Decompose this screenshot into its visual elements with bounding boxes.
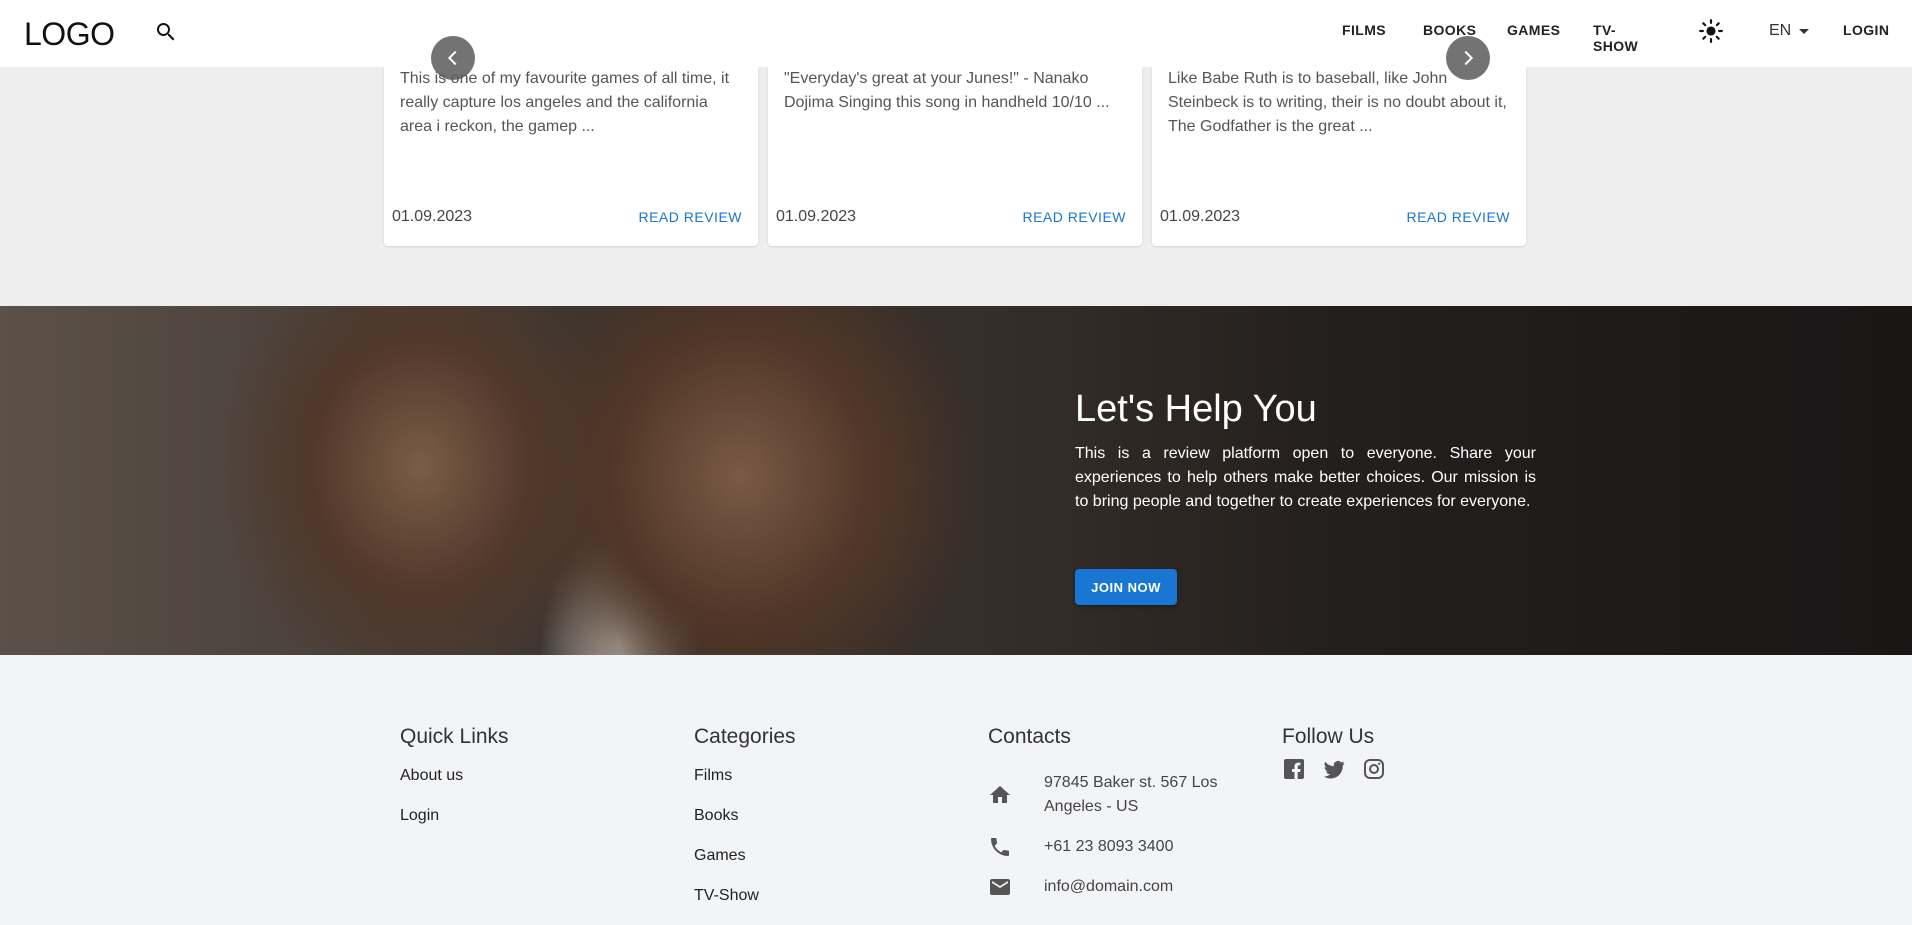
nav-games[interactable]: GAMES — [1507, 22, 1560, 38]
hero-description: This is a review platform open to everyo… — [1075, 445, 1536, 510]
read-review-link[interactable]: READ REVIEW — [1022, 209, 1126, 225]
language-label: EN — [1769, 22, 1792, 39]
login-button[interactable]: LOGIN — [1843, 22, 1889, 38]
footer-heading: Categories — [694, 725, 796, 748]
footer-link-login[interactable]: Login — [400, 805, 509, 845]
chevron-down-icon — [1799, 28, 1810, 34]
read-review-link[interactable]: READ REVIEW — [638, 209, 742, 225]
twitter-icon[interactable] — [1322, 757, 1348, 783]
hero-title: Let's Help You — [1075, 388, 1317, 430]
footer-categories: Categories Films Books Games TV-Show — [694, 725, 796, 925]
footer-contacts: Contacts 97845 Baker st. 567 Los Angeles… — [988, 725, 1248, 925]
review-carousel: This is one of my favourite games of all… — [0, 67, 1912, 306]
footer: Quick Links About us Login Categories Fi… — [0, 655, 1912, 925]
footer-link-about[interactable]: About us — [400, 765, 509, 805]
chevron-right-icon — [1464, 50, 1474, 66]
review-date: 01.09.2023 — [1160, 208, 1241, 225]
contact-email: info@domain.com — [988, 875, 1244, 899]
footer-heading: Follow Us — [1282, 725, 1375, 748]
nav-tv-show[interactable]: TV-SHOW — [1593, 22, 1638, 54]
logo[interactable]: LOGO — [24, 16, 115, 53]
brightness-icon[interactable] — [1698, 18, 1724, 44]
phone-icon — [991, 838, 1009, 856]
contact-phone: +61 23 8093 3400 — [988, 835, 1244, 859]
review-card: Like Babe Ruth is to baseball, like John… — [1152, 67, 1526, 246]
search-icon[interactable] — [154, 20, 178, 44]
read-review-link[interactable]: READ REVIEW — [1406, 209, 1510, 225]
join-now-button[interactable]: JOIN NOW — [1075, 569, 1177, 605]
review-card: "Everyday's great at your Junes!" - Nana… — [768, 67, 1142, 246]
language-select[interactable]: EN — [1769, 22, 1810, 40]
top-app-bar: LOGO FILMS BOOKS GAMES TV-SHOW EN LOGIN — [0, 0, 1912, 67]
facebook-icon[interactable] — [1282, 757, 1308, 783]
footer-link-books[interactable]: Books — [694, 805, 796, 845]
review-excerpt: "Everyday's great at your Junes!" - Nana… — [784, 70, 1110, 111]
footer-heading: Contacts — [988, 725, 1071, 748]
nav-films[interactable]: FILMS — [1342, 22, 1386, 38]
footer-follow-us: Follow Us — [1282, 725, 1388, 783]
footer-link-films[interactable]: Films — [694, 765, 796, 805]
chevron-left-icon — [447, 50, 457, 66]
footer-link-games[interactable]: Games — [694, 845, 796, 885]
contact-address: 97845 Baker st. 567 Los Angeles - US — [988, 771, 1244, 819]
footer-heading: Quick Links — [400, 725, 509, 748]
review-date: 01.09.2023 — [392, 208, 473, 225]
hero-banner: Let's Help You This is a review platform… — [0, 306, 1912, 655]
hero-background-image — [0, 306, 1912, 655]
footer-link-tv-show[interactable]: TV-Show — [694, 885, 796, 925]
home-icon — [990, 786, 1010, 803]
social-links — [1282, 757, 1388, 783]
review-date: 01.09.2023 — [776, 208, 857, 225]
review-card: This is one of my favourite games of all… — [384, 67, 758, 246]
footer-quick-links: Quick Links About us Login — [400, 725, 509, 845]
carousel-next-button[interactable] — [1446, 36, 1490, 80]
carousel-prev-button[interactable] — [431, 36, 475, 80]
instagram-icon[interactable] — [1362, 757, 1388, 783]
mail-icon — [990, 879, 1010, 895]
